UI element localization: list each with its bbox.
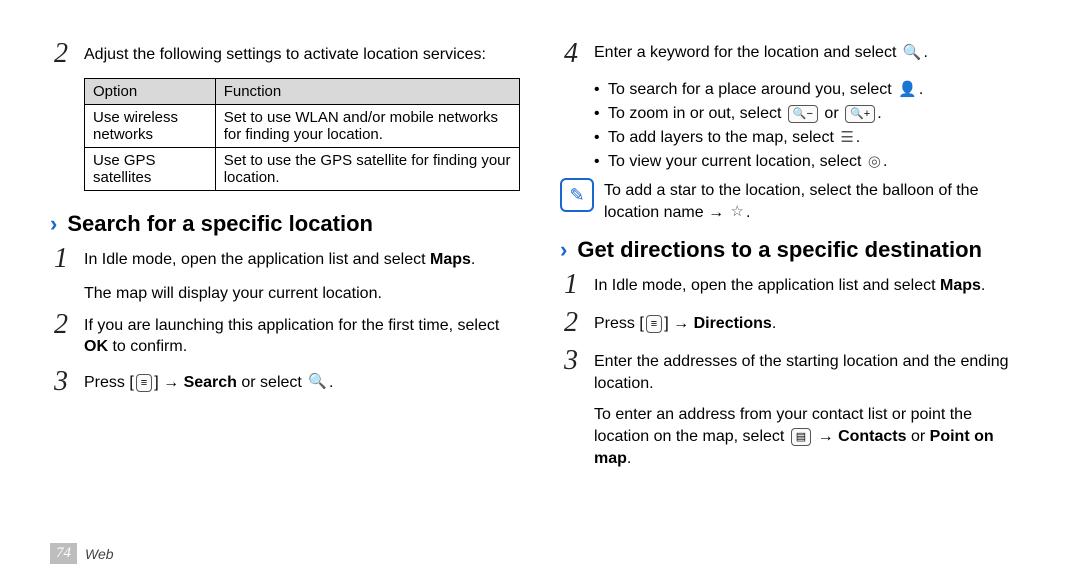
page-number: 74 — [50, 543, 77, 564]
star-icon: ☆ — [731, 202, 744, 222]
page-category: Web — [85, 546, 114, 562]
step-number: 4 — [560, 40, 582, 68]
my-location-icon: ◎ — [868, 151, 881, 174]
note-icon: ✎ — [560, 178, 594, 212]
list-icon: ▤ — [791, 428, 811, 446]
section-heading-directions: › Get directions to a specific destinati… — [560, 237, 1030, 263]
section-title: Get directions to a specific destination — [577, 237, 982, 263]
cell-option: Use GPS satellites — [85, 148, 216, 191]
note-block: ✎ To add a star to the location, select … — [560, 178, 1030, 223]
tips-list: To search for a place around you, select… — [594, 78, 1030, 174]
step-text: Press [≡] → Directions. — [594, 309, 776, 335]
step-number: 1 — [50, 245, 72, 273]
step-text: Enter a keyword for the location and sel… — [594, 40, 928, 64]
layers-icon: ☰ — [840, 127, 853, 150]
step-text: If you are launching this application fo… — [84, 311, 520, 358]
chevron-icon: › — [50, 211, 57, 237]
step-number: 2 — [560, 309, 582, 337]
list-item: To zoom in or out, select 🔍− or 🔍+. — [594, 102, 1030, 126]
step-2-confirm: 2 If you are launching this application … — [50, 311, 520, 358]
list-item: To search for a place around you, select… — [594, 78, 1030, 102]
step-subtext: To enter an address from your contact li… — [594, 404, 1030, 469]
table-header-option: Option — [85, 79, 216, 105]
left-column: 2 Adjust the following settings to activ… — [50, 40, 520, 475]
manual-page: 2 Adjust the following settings to activ… — [0, 0, 1080, 586]
person-pin-icon: 👤 — [898, 79, 917, 102]
zoom-out-icon: 🔍− — [788, 105, 818, 123]
step-number: 2 — [50, 311, 72, 339]
step-text: In Idle mode, open the application list … — [84, 245, 475, 271]
options-table: Option Function Use wireless networks Se… — [84, 78, 520, 191]
right-column: 4 Enter a keyword for the location and s… — [560, 40, 1030, 475]
step-text: Enter the addresses of the starting loca… — [594, 347, 1030, 394]
menu-key-icon: ≡ — [136, 374, 152, 392]
step-3-search: 3 Press [≡] → Search or select 🔍. — [50, 368, 520, 396]
step-number: 2 — [50, 40, 72, 68]
chevron-icon: › — [560, 237, 567, 263]
dir-step-2: 2 Press [≡] → Directions. — [560, 309, 1030, 337]
section-heading-search: › Search for a specific location — [50, 211, 520, 237]
cell-function: Set to use the GPS satellite for finding… — [215, 148, 519, 191]
table-header-function: Function — [215, 79, 519, 105]
step-number: 3 — [560, 347, 582, 375]
zoom-in-icon: 🔍+ — [845, 105, 875, 123]
dir-step-1: 1 In Idle mode, open the application lis… — [560, 271, 1030, 299]
magnifier-icon: 🔍 — [308, 372, 327, 392]
cell-function: Set to use WLAN and/or mobile networks f… — [215, 105, 519, 148]
step-number: 3 — [50, 368, 72, 396]
menu-key-icon: ≡ — [646, 315, 662, 333]
cell-option: Use wireless networks — [85, 105, 216, 148]
step-subtext: The map will display your current locati… — [84, 283, 520, 305]
table-row: Use GPS satellites Set to use the GPS sa… — [85, 148, 520, 191]
step-text: Adjust the following settings to activat… — [84, 40, 486, 66]
step-1-open-maps: 1 In Idle mode, open the application lis… — [50, 245, 520, 273]
step-2-activate: 2 Adjust the following settings to activ… — [50, 40, 520, 68]
table-row: Use wireless networks Set to use WLAN an… — [85, 105, 520, 148]
list-item: To view your current location, select ◎. — [594, 150, 1030, 174]
step-number: 1 — [560, 271, 582, 299]
dir-step-3: 3 Enter the addresses of the starting lo… — [560, 347, 1030, 394]
note-text: To add a star to the location, select th… — [604, 178, 1030, 223]
list-item: To add layers to the map, select ☰. — [594, 126, 1030, 150]
page-footer: 74 Web — [50, 543, 114, 564]
step-4-keyword: 4 Enter a keyword for the location and s… — [560, 40, 1030, 68]
magnifier-icon: 🔍 — [903, 43, 922, 63]
step-text: In Idle mode, open the application list … — [594, 271, 985, 297]
step-text: Press [≡] → Search or select 🔍. — [84, 368, 333, 394]
section-title: Search for a specific location — [67, 211, 373, 237]
